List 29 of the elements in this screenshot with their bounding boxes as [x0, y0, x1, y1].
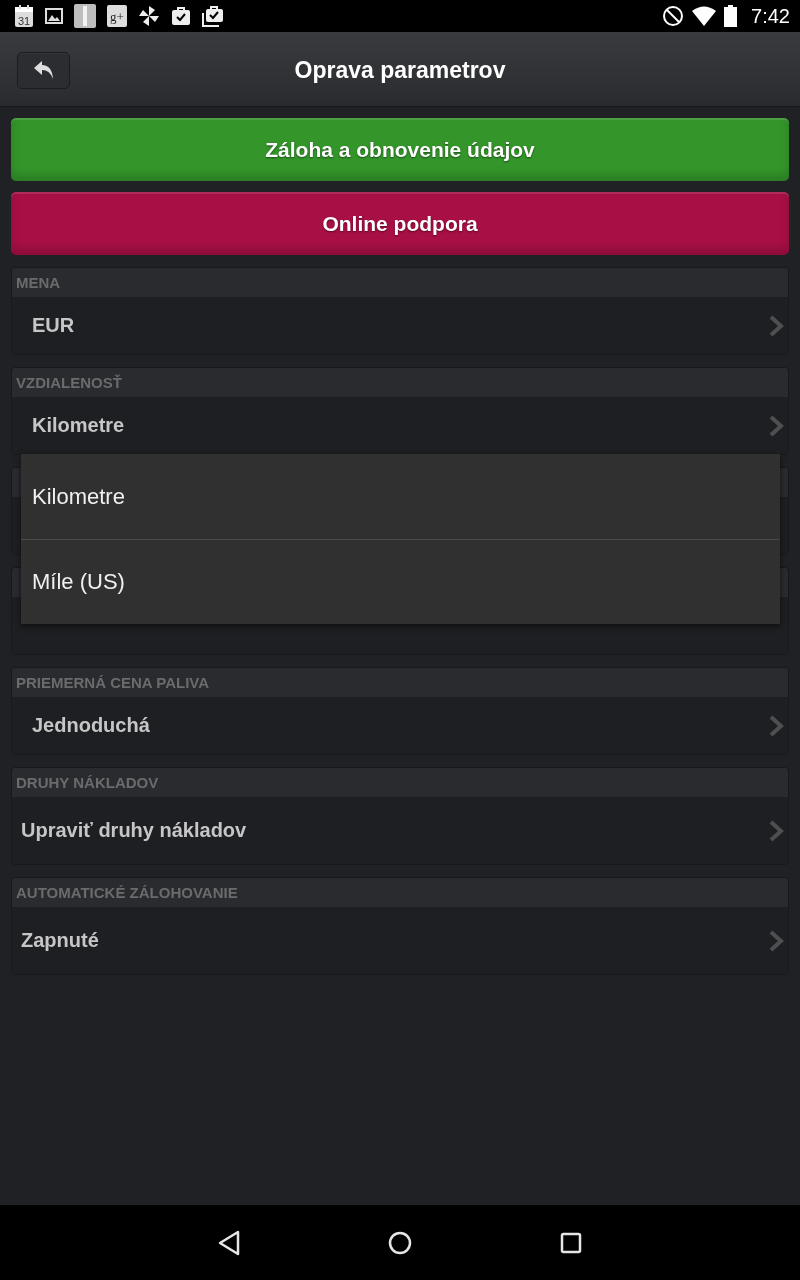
- home-icon[interactable]: [388, 1230, 412, 1255]
- calendar-icon: 31: [14, 4, 34, 28]
- back-icon[interactable]: [218, 1229, 240, 1256]
- chevron-right-icon: [768, 313, 784, 338]
- section-header: PRIEMERNÁ CENA PALIVA: [12, 668, 788, 697]
- battery-icon: [724, 5, 738, 27]
- section-header: AUTOMATICKÉ ZÁLOHOVANIE: [12, 878, 788, 907]
- pinwheel-icon: [138, 5, 160, 27]
- briefcase-stack-icon: [202, 5, 224, 27]
- chevron-right-icon: [768, 713, 784, 738]
- status-time: 7:42: [751, 4, 790, 28]
- section-header: VZDIALENOSŤ: [12, 368, 788, 397]
- recents-icon[interactable]: [560, 1231, 582, 1254]
- chevron-right-icon: [768, 413, 784, 438]
- section-header: DRUHY NÁKLADOV: [12, 768, 788, 797]
- section-header: MENA: [12, 268, 788, 297]
- briefcase-check-icon: [171, 6, 191, 26]
- screen-title: Oprava parametrov: [294, 56, 506, 84]
- action-button[interactable]: Online podpora: [11, 192, 789, 255]
- tile-icon: [74, 4, 96, 28]
- menu-item[interactable]: Kilometre: [21, 454, 780, 539]
- wifi-icon: [692, 6, 717, 26]
- chevron-right-icon: [768, 818, 784, 843]
- action-button[interactable]: Záloha a obnovenie údajov: [11, 118, 789, 181]
- image-icon: [45, 7, 63, 25]
- back-button[interactable]: [17, 51, 70, 89]
- g-plus-icon: g+: [107, 5, 127, 27]
- chevron-right-icon: [768, 928, 784, 953]
- do-not-disturb-icon: [662, 5, 685, 27]
